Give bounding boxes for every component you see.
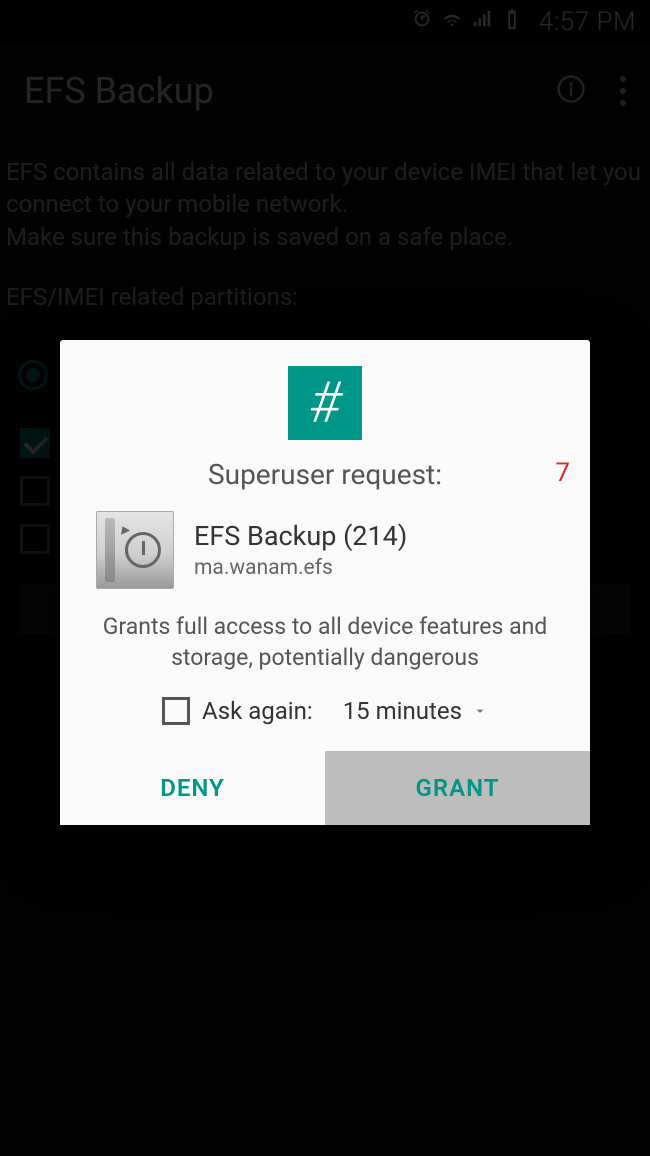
requesting-app-row: EFS Backup (214) ma.wanam.efs [60, 505, 590, 607]
requesting-app-icon [96, 511, 174, 589]
ask-again-row: Ask again: 15 minutes [60, 693, 590, 751]
deny-button[interactable]: DENY [60, 751, 325, 825]
requesting-app-package: ma.wanam.efs [194, 556, 407, 580]
superuser-dialog: # Superuser request: 7 EFS Backup (214) … [60, 340, 590, 825]
dialog-title: Superuser request: [208, 458, 442, 491]
chevron-down-icon [472, 697, 488, 725]
ask-interval-dropdown[interactable]: 15 minutes [343, 697, 488, 725]
ask-again-label: Ask again: [202, 697, 313, 725]
ask-interval-value: 15 minutes [343, 697, 462, 725]
dialog-button-bar: DENY GRANT [60, 751, 590, 825]
supersu-icon: # [288, 366, 362, 440]
dialog-warning: Grants full access to all device feature… [60, 607, 590, 693]
dialog-countdown: 7 [555, 458, 570, 488]
grant-button[interactable]: GRANT [325, 751, 590, 825]
ask-again-checkbox[interactable] [162, 697, 190, 725]
requesting-app-name: EFS Backup (214) [194, 520, 407, 552]
